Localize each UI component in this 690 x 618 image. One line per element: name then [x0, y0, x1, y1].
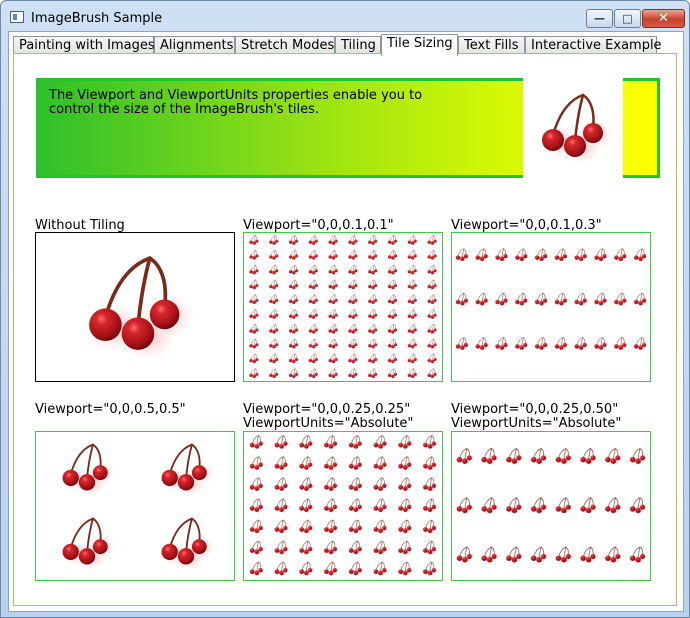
sample-viewport-025-025-absolute	[243, 431, 443, 581]
banner-description: The Viewport and ViewportUnits propertie…	[49, 88, 423, 117]
caption-units-absolute: ViewportUnits="Absolute"	[243, 416, 414, 431]
sample-viewport-05-05	[35, 431, 235, 581]
close-icon: ✕	[658, 11, 669, 26]
sample-viewport-025-050-absolute	[451, 431, 651, 581]
minimize-button[interactable]: —	[586, 9, 613, 28]
window-title: ImageBrush Sample	[31, 11, 163, 26]
tiled-cherries-image	[244, 432, 442, 580]
caption-viewport-01-03: Viewport="0,0,0.1,0.3"	[451, 218, 602, 233]
cherries-image	[523, 78, 623, 178]
caption-without-tiling: Without Tiling	[35, 218, 125, 233]
tiled-cherries-image	[244, 233, 442, 381]
tiled-cherries-image	[452, 432, 650, 580]
app-icon	[10, 11, 24, 23]
app-window: ImageBrush Sample — □ ✕ Painting with Im…	[0, 0, 690, 618]
sample-without-tiling	[35, 232, 235, 382]
info-banner: The Viewport and ViewportUnits propertie…	[36, 78, 660, 178]
tiled-cherries-image	[36, 432, 234, 580]
tab-panel-tile-sizing: The Viewport and ViewportUnits propertie…	[13, 53, 677, 606]
client-area: Painting with Images Alignments Stretch …	[8, 31, 684, 612]
maximize-button[interactable]: □	[614, 9, 641, 28]
tiled-cherries-image	[452, 233, 650, 381]
caption-units-absolute: ViewportUnits="Absolute"	[451, 416, 622, 431]
maximize-icon: □	[622, 12, 633, 25]
cherries-image	[36, 233, 234, 381]
tab-tile-sizing[interactable]: Tile Sizing	[381, 34, 458, 56]
close-button[interactable]: ✕	[642, 9, 685, 28]
caption-viewport-025-050: Viewport="0,0,0.25,0.50"	[451, 402, 619, 417]
sample-viewport-01-01	[243, 232, 443, 382]
caption-viewport-05-05: Viewport="0,0,0.5,0.5"	[35, 402, 186, 417]
caption-viewport-025-025: Viewport="0,0,0.25,0.25"	[243, 402, 411, 417]
caption-viewport-01-01: Viewport="0,0,0.1,0.1"	[243, 218, 394, 233]
minimize-icon: —	[594, 12, 605, 25]
sample-viewport-01-03	[451, 232, 651, 382]
title-bar[interactable]: ImageBrush Sample — □ ✕	[1, 1, 689, 31]
